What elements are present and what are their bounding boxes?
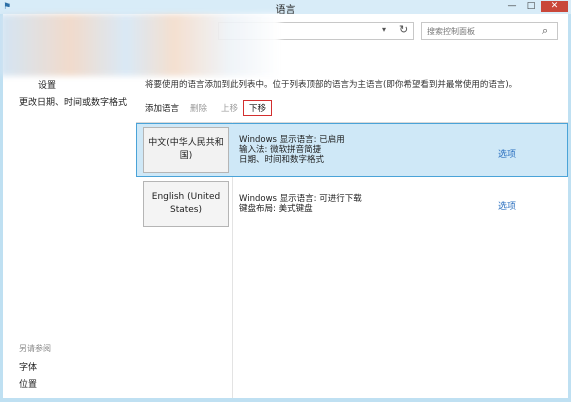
detail-line: 输入法: 微软拼音简捷: [239, 145, 322, 155]
page-description: 将要使用的语言添加到此列表中。位于列表顶部的语言为主语言(即你希望看到并最常使用…: [145, 80, 518, 90]
options-link-chinese[interactable]: 选项: [498, 147, 516, 160]
options-link-english[interactable]: 选项: [498, 199, 516, 212]
nav-link-settings[interactable]: 设置: [38, 78, 56, 91]
nav-link-date-time-format[interactable]: 更改日期、时间或数字格式: [19, 95, 127, 108]
title-bar: ⚑ 语言 — □ ✕: [0, 0, 571, 16]
detail-line: Windows 显示语言: 已启用: [239, 135, 345, 145]
add-language-button[interactable]: 添加语言: [145, 102, 179, 114]
window-border-bottom: [0, 398, 571, 402]
language-details-chinese: Windows 显示语言: 已启用 输入法: 微软拼音简捷 日期、时间和数字格式: [239, 135, 345, 165]
see-also-heading: 另请参阅: [19, 344, 51, 353]
minimize-button[interactable]: —: [505, 1, 519, 12]
detail-line: 日期、时间和数字格式: [239, 155, 325, 165]
detail-line: 键盘布局: 美式键盘: [239, 204, 313, 214]
remove-button[interactable]: 删除: [190, 102, 207, 114]
language-details-english: Windows 显示语言: 可进行下载 键盘布局: 美式键盘: [239, 194, 362, 214]
nav-link-location[interactable]: 位置: [19, 377, 37, 390]
search-icon[interactable]: ⌕: [542, 24, 548, 38]
detail-line: Windows 显示语言: 可进行下载: [239, 194, 362, 204]
nav-link-fonts[interactable]: 字体: [19, 360, 37, 373]
obscured-region: [0, 14, 280, 76]
search-input[interactable]: 搜索控制面板 ⌕: [421, 22, 558, 40]
close-button[interactable]: ✕: [541, 1, 568, 12]
chevron-down-icon[interactable]: ▾: [382, 25, 386, 34]
maximize-button[interactable]: □: [524, 1, 538, 12]
move-down-button[interactable]: 下移: [243, 100, 273, 116]
move-up-button[interactable]: 上移: [221, 102, 238, 114]
refresh-icon[interactable]: ↻: [399, 23, 408, 36]
search-placeholder: 搜索控制面板: [427, 27, 475, 36]
language-tile-english[interactable]: English (United States): [143, 181, 229, 227]
language-tile-chinese[interactable]: 中文(中华人民共和国): [143, 127, 229, 173]
